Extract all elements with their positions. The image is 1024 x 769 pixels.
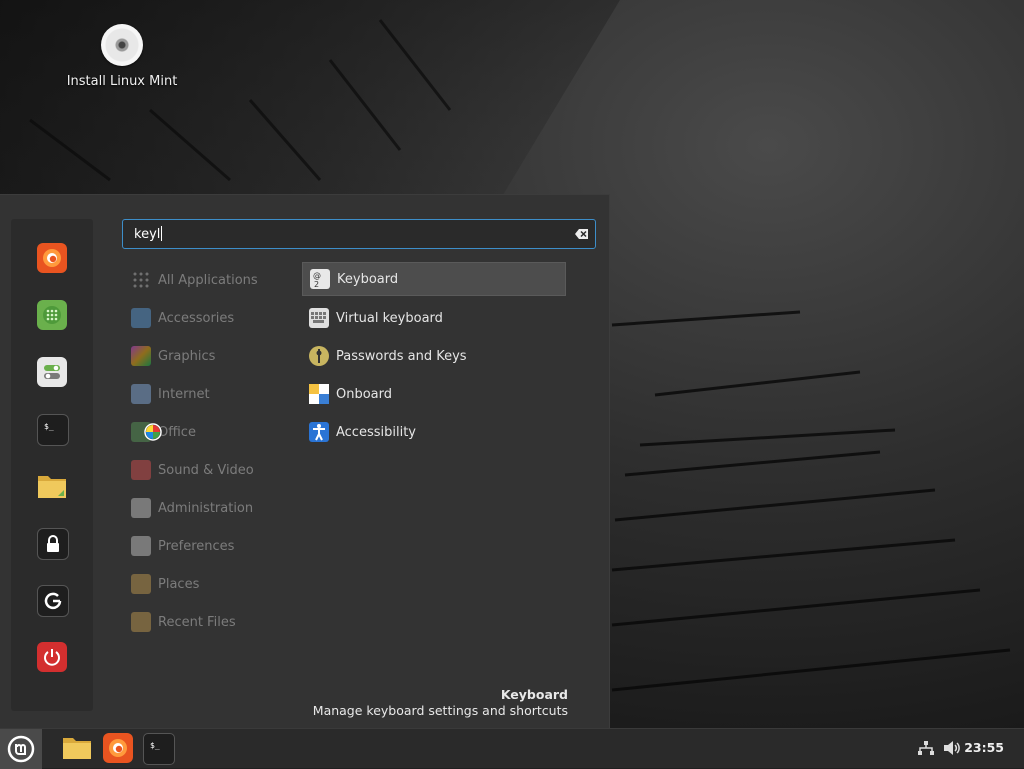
application-menu: $_ keyl All Applications Accessories Gra…	[0, 194, 610, 729]
firefox-icon	[43, 249, 61, 267]
accessibility-icon	[309, 422, 329, 442]
places-folder-icon	[131, 574, 151, 594]
favorite-quit[interactable]	[37, 642, 67, 672]
grid-icon	[131, 270, 151, 290]
category-label: Administration	[158, 500, 254, 516]
category-internet[interactable]: Internet	[131, 379, 210, 409]
software-manager-icon	[43, 306, 61, 324]
category-places[interactable]: Places	[131, 569, 199, 599]
graphics-icon	[131, 346, 151, 366]
administration-icon	[131, 498, 151, 518]
category-label: Graphics	[158, 348, 216, 364]
terminal-icon: $_	[150, 741, 160, 750]
category-administration[interactable]: Administration	[131, 493, 253, 523]
category-label: Sound & Video	[158, 462, 254, 478]
result-passwords-and-keys[interactable]: Passwords and Keys	[302, 339, 566, 373]
launcher-terminal[interactable]: $_	[143, 733, 175, 765]
favorite-software-manager[interactable]	[37, 300, 67, 330]
internet-icon	[131, 384, 151, 404]
favorite-firefox[interactable]	[37, 243, 67, 273]
clock[interactable]: 23:55	[964, 740, 1004, 755]
desktop-icon-label: Install Linux Mint	[66, 74, 178, 89]
passwords-keys-icon	[309, 346, 329, 366]
category-label: All Applications	[158, 272, 258, 288]
power-icon	[44, 649, 60, 666]
network-icon[interactable]	[917, 740, 935, 756]
category-sound-video[interactable]: Sound & Video	[131, 455, 254, 485]
desktop-icon-install[interactable]: Install Linux Mint	[60, 24, 184, 89]
keyboard-icon: @2	[310, 269, 330, 289]
pointer-cursor-icon	[144, 423, 162, 441]
virtual-keyboard-icon	[309, 308, 329, 328]
terminal-icon: $_	[44, 422, 54, 431]
svg-text:2: 2	[314, 280, 319, 289]
svg-text:@: @	[313, 271, 321, 280]
result-onboard[interactable]: Onboard	[302, 377, 566, 411]
linux-mint-logo-icon	[7, 735, 35, 763]
favorites-bar: $_	[11, 219, 93, 711]
description-text: Manage keyboard settings and shortcuts	[312, 703, 568, 718]
result-accessibility[interactable]: Accessibility	[302, 415, 566, 449]
launcher-files[interactable]	[62, 733, 92, 763]
result-virtual-keyboard[interactable]: Virtual keyboard	[302, 301, 566, 335]
launcher-firefox[interactable]	[103, 733, 133, 763]
firefox-icon	[109, 739, 127, 757]
favorite-files[interactable]	[37, 471, 67, 501]
category-graphics[interactable]: Graphics	[131, 341, 215, 371]
category-label: Recent Files	[158, 614, 236, 630]
result-keyboard[interactable]: @2 Keyboard	[302, 262, 566, 296]
category-label: Office	[158, 424, 196, 440]
favorite-terminal[interactable]: $_	[37, 414, 69, 446]
favorite-lock-screen[interactable]	[37, 528, 69, 560]
category-label: Places	[158, 576, 200, 592]
category-label: Internet	[158, 386, 210, 402]
settings-toggle-icon	[44, 365, 60, 379]
folder-icon	[38, 476, 66, 498]
recent-folder-icon	[131, 612, 151, 632]
category-preferences[interactable]: Preferences	[131, 531, 234, 561]
svg-text:$_: $_	[150, 741, 160, 750]
backspace-clear-icon[interactable]	[575, 228, 589, 240]
description-title: Keyboard	[500, 687, 568, 702]
result-label: Virtual keyboard	[336, 310, 443, 326]
favorite-system-settings[interactable]	[37, 357, 67, 387]
category-label: Accessories	[158, 310, 235, 326]
result-label: Keyboard	[337, 271, 399, 287]
svg-text:$_: $_	[44, 422, 54, 431]
category-office[interactable]: Office	[131, 417, 196, 447]
result-label: Onboard	[336, 386, 393, 402]
accessories-icon	[131, 308, 151, 328]
category-accessories[interactable]: Accessories	[131, 303, 234, 333]
search-box[interactable]: keyl	[122, 219, 596, 249]
logout-icon	[44, 592, 62, 610]
category-all-applications[interactable]: All Applications	[131, 265, 258, 295]
result-label: Passwords and Keys	[336, 348, 467, 364]
onboard-icon	[309, 384, 329, 404]
category-label: Preferences	[158, 538, 235, 554]
search-input[interactable]: keyl	[134, 226, 163, 242]
media-icon	[131, 460, 151, 480]
taskbar-panel: $_ 23:55	[0, 728, 1024, 769]
favorite-log-out[interactable]	[37, 585, 69, 617]
volume-icon[interactable]	[943, 740, 961, 756]
folder-icon	[63, 738, 91, 759]
lock-icon	[47, 535, 59, 552]
preferences-icon	[131, 536, 151, 556]
menu-button[interactable]	[0, 729, 42, 769]
category-recent-files[interactable]: Recent Files	[131, 607, 236, 637]
result-label: Accessibility	[336, 424, 416, 440]
disc-icon	[101, 24, 143, 66]
